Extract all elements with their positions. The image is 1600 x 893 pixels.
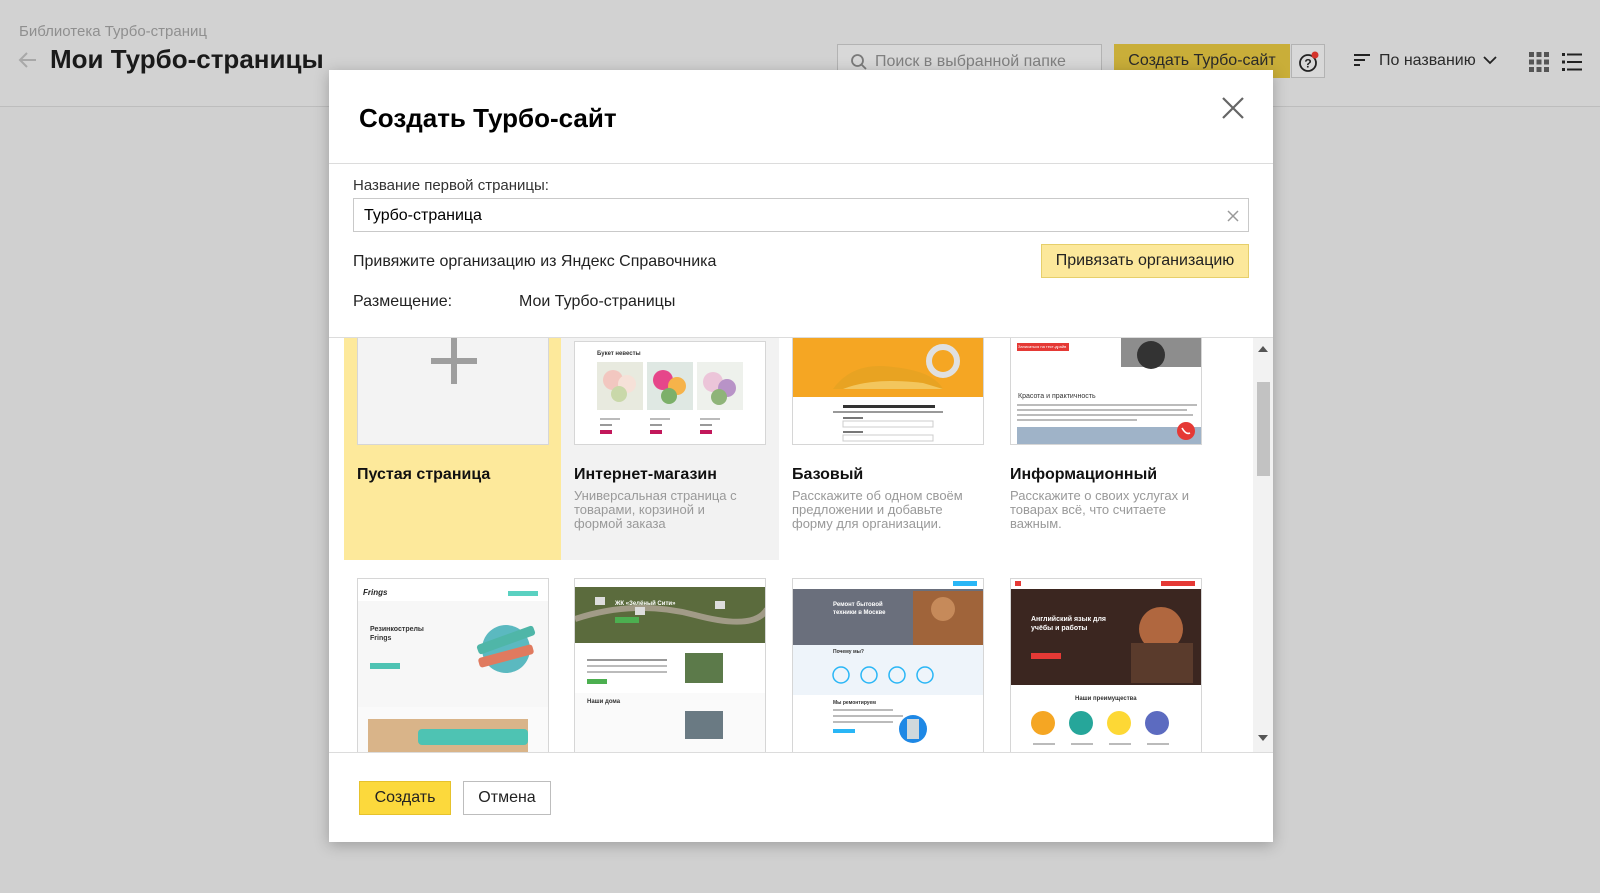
template-thumbnail: Английский язык для учёбы и работы Наши … xyxy=(1010,578,1202,752)
repair-preview-sub: Мы ремонтируем xyxy=(833,700,876,706)
frings-preview-brand: Frings xyxy=(363,588,388,597)
template-name: Интернет-магазин xyxy=(574,466,717,483)
scroll-thumb[interactable] xyxy=(1257,382,1270,476)
list-view-icon[interactable] xyxy=(1562,52,1582,72)
template-card-blank[interactable]: Пустая страница xyxy=(344,338,561,560)
search-placeholder: Поиск в выбранной папке xyxy=(875,53,1066,70)
sneaker-preview-image xyxy=(793,338,983,442)
repair-preview-why: Почему мы? xyxy=(833,649,864,655)
template-scrollbar[interactable] xyxy=(1253,338,1273,752)
template-thumbnail xyxy=(792,338,984,445)
template-name: Пустая страница xyxy=(357,466,491,483)
help-icon: ? xyxy=(1299,51,1319,72)
template-description: Универсальная страница с товарами, корзи… xyxy=(574,488,737,531)
template-thumbnail: Записаться на тест-драйв Красота и практ… xyxy=(1010,338,1202,445)
english-preview-advantages: Наши преимущества xyxy=(1075,696,1137,702)
scroll-up-icon[interactable] xyxy=(1258,345,1268,353)
template-card-shop[interactable]: Букет невесты Интернет-магазин Универсал… xyxy=(561,338,779,560)
divider xyxy=(329,163,1273,164)
template-card-english[interactable]: Английский язык для учёбы и работы Наши … xyxy=(997,578,1215,752)
create-button[interactable]: Создать xyxy=(359,781,451,815)
realty-preview-title: ЖК «Зелёный Сити» xyxy=(615,601,676,607)
dialog-title: Создать Турбо-сайт xyxy=(359,103,617,133)
realty-preview-subtitle: Наши дома xyxy=(587,699,621,705)
english-preview-image xyxy=(1011,579,1201,752)
template-gallery: Пустая страница Букет невесты Интернет-м… xyxy=(329,338,1273,752)
page-title: Мои Турбо-страницы xyxy=(50,44,324,74)
template-card-realty[interactable]: ЖК «Зелёный Сити» Наши дома xyxy=(561,578,779,752)
first-page-label: Название первой страницы: xyxy=(353,177,549,194)
svg-text:?: ? xyxy=(1304,57,1311,71)
template-thumbnail xyxy=(357,338,549,445)
repair-preview-title: Ремонт бытовой техники в Москве xyxy=(833,602,886,616)
template-thumbnail: Ремонт бытовой техники в Москве Почему м… xyxy=(792,578,984,752)
template-card-frings[interactable]: Frings Резинкострелы Frings xyxy=(344,578,561,752)
template-thumbnail: ЖК «Зелёный Сити» Наши дома xyxy=(574,578,766,752)
template-card-info[interactable]: Записаться на тест-драйв Красота и практ… xyxy=(997,338,1215,560)
flowers-preview-image xyxy=(597,362,743,434)
template-description: Расскажите о своих услугах и товарах всё… xyxy=(1010,488,1189,531)
frings-preview-title: Резинкострелы Frings xyxy=(370,626,424,642)
plus-icon xyxy=(431,338,477,384)
template-thumbnail: Frings Резинкострелы Frings xyxy=(357,578,549,752)
help-button[interactable]: ? xyxy=(1291,44,1325,78)
english-preview-title: Английский язык для учёбы и работы xyxy=(1031,616,1106,632)
grid-view-icon[interactable] xyxy=(1529,52,1549,72)
first-page-name-value: Турбо-страница xyxy=(364,207,482,224)
first-page-name-input[interactable]: Турбо-страница xyxy=(353,198,1249,232)
template-card-basic[interactable]: Базовый Расскажите об одном своём предло… xyxy=(779,338,997,560)
back-arrow-icon[interactable] xyxy=(16,48,40,72)
template-name: Информационный xyxy=(1010,466,1158,483)
breadcrumb[interactable]: Библиотека Турбо-страниц xyxy=(19,23,207,40)
template-name: Базовый xyxy=(792,466,864,483)
link-organization-button[interactable]: Привязать организацию xyxy=(1041,244,1249,278)
sort-icon xyxy=(1354,54,1370,66)
search-icon xyxy=(851,54,867,70)
chevron-down-icon xyxy=(1483,56,1497,65)
divider xyxy=(329,752,1273,753)
scroll-down-icon[interactable] xyxy=(1258,734,1268,742)
template-thumbnail: Букет невесты xyxy=(574,341,766,445)
organization-hint: Привяжите организацию из Яндекс Справочн… xyxy=(353,253,717,270)
placement-label: Размещение: xyxy=(353,293,453,310)
clear-input-icon[interactable] xyxy=(1226,209,1240,223)
cancel-button[interactable]: Отмена xyxy=(463,781,551,815)
create-turbo-site-dialog: Создать Турбо-сайт Название первой стран… xyxy=(329,70,1273,842)
info-preview-text-lines xyxy=(1017,404,1197,421)
template-description: Расскажите об одном своём предложении и … xyxy=(792,488,963,531)
sort-label: По названию xyxy=(1379,52,1476,69)
frings-preview-image xyxy=(358,579,548,752)
close-icon[interactable] xyxy=(1220,95,1246,121)
template-card-repair[interactable]: Ремонт бытовой техники в Москве Почему м… xyxy=(779,578,997,752)
placement-folder[interactable]: Мои Турбо-страницы xyxy=(519,293,675,311)
